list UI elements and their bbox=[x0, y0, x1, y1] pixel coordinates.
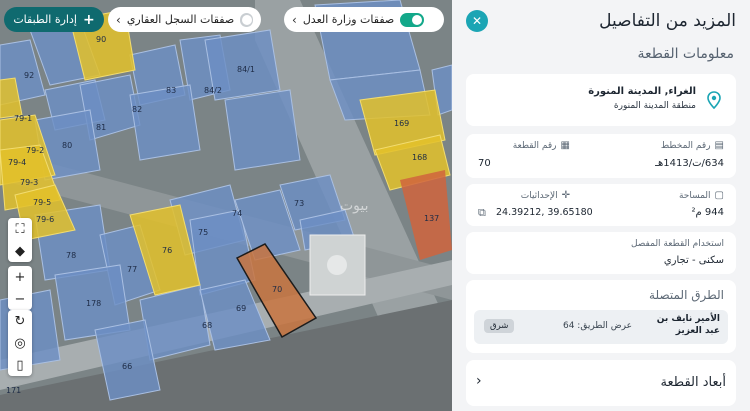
usage-card: استخدام القطعة المفصل سكنى - تجاري bbox=[466, 232, 736, 274]
location-pin-icon bbox=[707, 91, 721, 110]
satellite-map[interactable]: 90 92 83 84/2 84/1 81 82 80 79-1 79-2 79… bbox=[0, 0, 452, 411]
parcel-label: 79-4 bbox=[8, 158, 26, 167]
area-label: المساحة bbox=[678, 190, 711, 201]
area-value: 944 م² bbox=[691, 207, 724, 218]
panel-header: المزيد من التفاصيل ✕ bbox=[466, 8, 736, 34]
map-view[interactable]: 90 92 83 84/2 84/1 81 82 80 79-1 79-2 79… bbox=[0, 0, 452, 411]
manage-layers-label: إدارة الطبقات bbox=[13, 13, 77, 26]
panel-title: المزيد من التفاصيل bbox=[599, 11, 736, 31]
parcel-label: 137 bbox=[424, 214, 439, 223]
parcel-label: 69 bbox=[236, 304, 246, 313]
parcel-label: 168 bbox=[412, 153, 427, 162]
parcel-label: 82 bbox=[132, 105, 142, 114]
parcel-label: 80 bbox=[62, 141, 72, 150]
parcel-label: 79-3 bbox=[20, 178, 38, 187]
area-icon: ▢ bbox=[714, 190, 724, 201]
location-subtitle: منطقة المدينة المنورة bbox=[613, 101, 696, 111]
parcel-label: 66 bbox=[122, 362, 132, 371]
parcel-label: 78 bbox=[66, 251, 76, 260]
section-title: معلومات القطعة bbox=[637, 46, 735, 62]
roads-title: الطرق المتصلة bbox=[649, 288, 724, 302]
parcel-label: 73 bbox=[294, 199, 304, 208]
map-grid-icon: ▦ bbox=[560, 140, 570, 151]
parcel-label: 77 bbox=[127, 265, 137, 274]
coordinates-label-row: ✛ الإحداثيات bbox=[521, 190, 570, 201]
close-button[interactable]: ✕ bbox=[466, 10, 488, 32]
parcel-label: 90 bbox=[96, 35, 106, 44]
parcel-label: 70 bbox=[272, 285, 282, 294]
moj-deals-toggle[interactable]: ‹ صفقات وزارة العدل bbox=[284, 7, 444, 32]
area-coordinates-card: ▢ المساحة 944 م² ✛ الإحداثيات 39.65180 ,… bbox=[466, 184, 736, 226]
details-panel: المزيد من التفاصيل ✕ معلومات القطعة الغر… bbox=[452, 0, 750, 411]
watermark: بيوت bbox=[340, 198, 369, 214]
plot-number-label-row: ▦ رقم القطعة bbox=[513, 140, 570, 151]
parcel-label: 84/2 bbox=[204, 86, 222, 95]
parcel-label: 92 bbox=[24, 71, 34, 80]
road-direction-badge: شرق bbox=[484, 319, 515, 333]
fullscreen-icon[interactable]: ⛶ bbox=[8, 218, 32, 240]
registry-deals-label: صفقات السجل العقاري bbox=[126, 13, 235, 26]
chevron-left-icon[interactable]: ‹ bbox=[476, 373, 482, 389]
usage-value: سكنى - تجاري bbox=[663, 255, 724, 266]
plan-number-value: 634/ت/1413هـ bbox=[655, 158, 724, 169]
parcel-label: 75 bbox=[198, 228, 208, 237]
close-icon: ✕ bbox=[471, 14, 483, 28]
crosshair-icon: ✛ bbox=[561, 190, 570, 201]
map-controls: ⛶ ◆ bbox=[8, 218, 32, 262]
road-item: الأمير نايف بن عبد العزيز عرض الطريق: 64… bbox=[474, 310, 728, 344]
connected-roads-card: الطرق المتصلة الأمير نايف بن عبد العزيز … bbox=[466, 280, 736, 353]
zoom-in-button[interactable]: + bbox=[8, 266, 32, 288]
location-title: الغراء, المدينة المنورة bbox=[588, 86, 696, 97]
copy-icon[interactable]: ⧉ bbox=[478, 206, 486, 220]
parcel-label: 79-6 bbox=[36, 215, 54, 224]
parcel-label: 76 bbox=[162, 246, 172, 255]
parcel-label: 74 bbox=[232, 209, 242, 218]
street-view-icon[interactable]: ▯ bbox=[8, 354, 32, 376]
zoom-out-button[interactable]: − bbox=[8, 288, 32, 310]
location-card: الغراء, المدينة المنورة منطقة المدينة ال… bbox=[466, 74, 736, 126]
parcel-label: 79-1 bbox=[14, 114, 32, 123]
parcel-label: 178 bbox=[86, 299, 101, 308]
rotate-icon[interactable]: ↻ bbox=[8, 310, 32, 332]
plan-plot-card: ▤ رقم المخطط 634/ت/1413هـ ▦ رقم القطعة 7… bbox=[466, 134, 736, 178]
chevron-left-icon[interactable]: ‹ bbox=[292, 13, 297, 27]
parcel-label: 68 bbox=[202, 321, 212, 330]
road-name: الأمير نايف بن عبد العزيز bbox=[656, 314, 720, 336]
plan-number-label: رقم المخطط bbox=[660, 140, 711, 151]
extra-controls: ↻ ◎ ▯ bbox=[8, 310, 32, 376]
compass-icon[interactable]: ◆ bbox=[8, 240, 32, 262]
zoom-controls: + − bbox=[8, 266, 32, 310]
plot-number-value: 70 bbox=[478, 158, 491, 169]
road-width: عرض الطريق: 64 bbox=[562, 321, 632, 331]
registry-deals-switch[interactable] bbox=[240, 12, 253, 27]
manage-layers-button[interactable]: إدارة الطبقات + bbox=[4, 7, 104, 32]
moj-deals-switch[interactable] bbox=[400, 12, 425, 27]
plot-dimensions-title: أبعاد القطعة bbox=[660, 375, 726, 390]
plot-dimensions-accordion[interactable]: أبعاد القطعة ‹ bbox=[466, 360, 736, 406]
parcel-label: 84/1 bbox=[237, 65, 255, 74]
document-icon: ▤ bbox=[714, 140, 724, 151]
moj-deals-label: صفقات وزارة العدل bbox=[302, 13, 395, 26]
area-label-row: ▢ المساحة bbox=[679, 190, 724, 201]
plot-number-label: رقم القطعة bbox=[512, 140, 557, 151]
parcel-label: 81 bbox=[96, 123, 106, 132]
parcel-label: 79-5 bbox=[33, 198, 51, 207]
parcel-label: 169 bbox=[394, 119, 409, 128]
coordinates-label: الإحداثيات bbox=[520, 190, 558, 201]
registry-deals-toggle[interactable]: ‹ صفقات السجل العقاري bbox=[108, 7, 261, 32]
chevron-left-icon[interactable]: ‹ bbox=[116, 13, 121, 27]
usage-label: استخدام القطعة المفصل bbox=[630, 239, 724, 249]
coordinates-value: 39.65180 ,24.39212 bbox=[496, 207, 593, 218]
parcel-label: 171 bbox=[6, 386, 21, 395]
plan-number-label-row: ▤ رقم المخطط bbox=[661, 140, 724, 151]
locate-icon[interactable]: ◎ bbox=[8, 332, 32, 354]
parcel-label: 83 bbox=[166, 86, 176, 95]
parcel-label: 79-2 bbox=[26, 146, 44, 155]
plus-icon: + bbox=[82, 11, 95, 28]
